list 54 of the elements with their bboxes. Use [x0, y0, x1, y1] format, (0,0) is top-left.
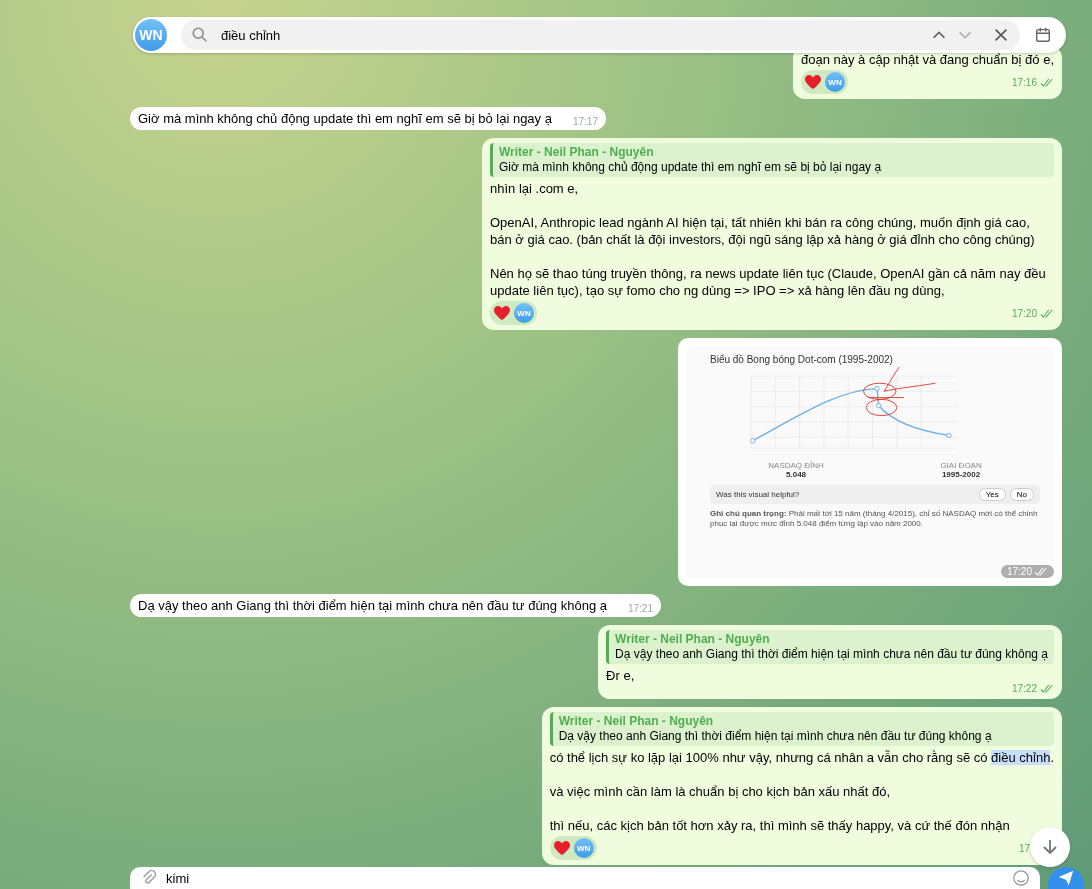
- message-time: 17:20: [1006, 566, 1032, 577]
- search-field[interactable]: điều chỉnh: [181, 20, 1020, 50]
- heart-icon: [804, 74, 822, 90]
- arrow-down-icon: [1040, 837, 1060, 857]
- message-time: 17:20: [1011, 306, 1037, 321]
- message-time: 17: [1018, 841, 1030, 856]
- reply-quote[interactable]: Writer - Neil Phan - Nguyên Dạ vậy theo anh Giang thì thời điểm hiện tại mình chưa nên đầu tư đúng không ạ: [606, 630, 1054, 664]
- scroll-down-button[interactable]: [1030, 827, 1070, 867]
- paperclip-icon[interactable]: [140, 869, 158, 887]
- search-query: điều chỉnh: [221, 27, 281, 43]
- send-icon: [1057, 869, 1075, 887]
- calendar-icon[interactable]: [1034, 26, 1052, 44]
- message-text: có thể lịch sự ko lặp lại 100% như vậy, nhưng cá nhân a vẫn cho rằng sẽ có điều chỉnh.: [549, 749, 1054, 766]
- quote-text: Giờ mà mình không chủ động update thì em nghĩ em sẽ bị bỏ lại ngay ạ: [499, 160, 883, 175]
- message-text: đoạn này à cập nhật và đang chuẩn bị đó e,: [801, 51, 1054, 68]
- message-time: 17:17: [572, 114, 598, 129]
- message-text: Giờ mà mình không chủ động update thì em nghĩ em sẽ bị bỏ lại ngay ạ: [138, 110, 552, 127]
- message-text: OpenAI, Anthropic lead ngành AI hiện tại, tất nhiên khi bán ra công chúng, muốn định giá cao, bán ở giá cao. (bản chất là đội investors, đội ngũ sáng lập xả hàng ở giá đỉnh cho công chúng): [490, 214, 1036, 248]
- stat-label: NASDAQ ĐỈNH: [768, 461, 824, 470]
- message-text: Dạ vậy theo anh Giang thì thời điểm hiện tại mình chưa nên đầu tư đúng không ạ: [138, 597, 607, 614]
- message-text: Đr e,: [606, 667, 635, 684]
- message-text: thì nếu, các kịch bản tốt hơn xảy ra, thì mình sẽ thấy happy, và cứ thế đón nhận: [549, 817, 1010, 834]
- quote-author: Writer - Neil Phan - Nguyên: [558, 714, 715, 729]
- feedback-button[interactable]: No: [1009, 488, 1034, 501]
- message-input[interactable]: kimi: [130, 867, 1040, 889]
- stat-label: GIAI ĐOẠN: [940, 461, 982, 470]
- quote-text: Dạ vậy theo anh Giang thì thời điểm hiện tại mình chưa nên đầu tư đúng không ạ: [558, 729, 993, 744]
- feedback-question: Was this visual helpful?: [716, 490, 800, 499]
- input-value: kimi: [166, 870, 190, 886]
- reply-quote[interactable]: Writer - Neil Phan - Nguyên Giờ mà mình không chủ động update thì em nghĩ em sẽ bị bỏ lại ngay ạ: [490, 143, 1054, 177]
- send-button[interactable]: [1048, 867, 1084, 889]
- reactor-avatar: WN: [573, 838, 594, 858]
- close-icon[interactable]: [992, 26, 1010, 44]
- message-time: 17:21: [627, 601, 653, 616]
- message-text: và việc mình cần làm là chuẩn bị cho kịch bản xấu nhất đó,: [549, 783, 891, 800]
- quote-author: Writer - Neil Phan - Nguyên: [499, 145, 655, 160]
- feedback-button[interactable]: Yes: [978, 488, 1006, 501]
- message-text: Nên họ sẽ thao túng truyền thông, ra news update liên tục (Claude, OpenAI gần cả năm nay đều update liên tục), tạo sự fomo cho ng dùng => IPO => xả hàng lên đầu ng dùng,: [490, 265, 1047, 299]
- message-time: 17:16: [1011, 75, 1037, 90]
- reactor-avatar: WN: [825, 72, 845, 92]
- message-time: 17:22: [1011, 681, 1037, 696]
- heart-icon: [493, 305, 511, 321]
- emoji-icon[interactable]: [1012, 869, 1030, 887]
- quote-author: Writer - Neil Phan - Nguyên: [615, 632, 771, 647]
- stat-value: 1995-2002: [941, 470, 981, 479]
- reactor-avatar: WN: [514, 303, 534, 323]
- reply-quote[interactable]: Writer - Neil Phan - Nguyên Dạ vậy theo anh Giang thì thời điểm hiện tại mình chưa nên đầu tư đúng không ạ: [549, 712, 1054, 746]
- note-text: Ghi chú quan trọng: Phải mất tới 15 năm (tháng 4/2015), chỉ số NASDAQ mới có thể chinh phục lại được mức đỉnh 5.048 điểm từng lập vào năm 2000.: [710, 509, 1039, 529]
- stat-value: 5.048: [786, 470, 807, 479]
- message-text: nhìn lại .com e,: [490, 180, 579, 197]
- chart-title: Biểu đồ Bong bóng Dot-com (1995-2002): [710, 354, 894, 365]
- search-icon: [191, 26, 209, 44]
- quote-text: Dạ vậy theo anh Giang thì thời điểm hiện tại mình chưa nên đầu tư đúng không ạ: [615, 647, 1048, 662]
- heart-icon: [552, 840, 571, 856]
